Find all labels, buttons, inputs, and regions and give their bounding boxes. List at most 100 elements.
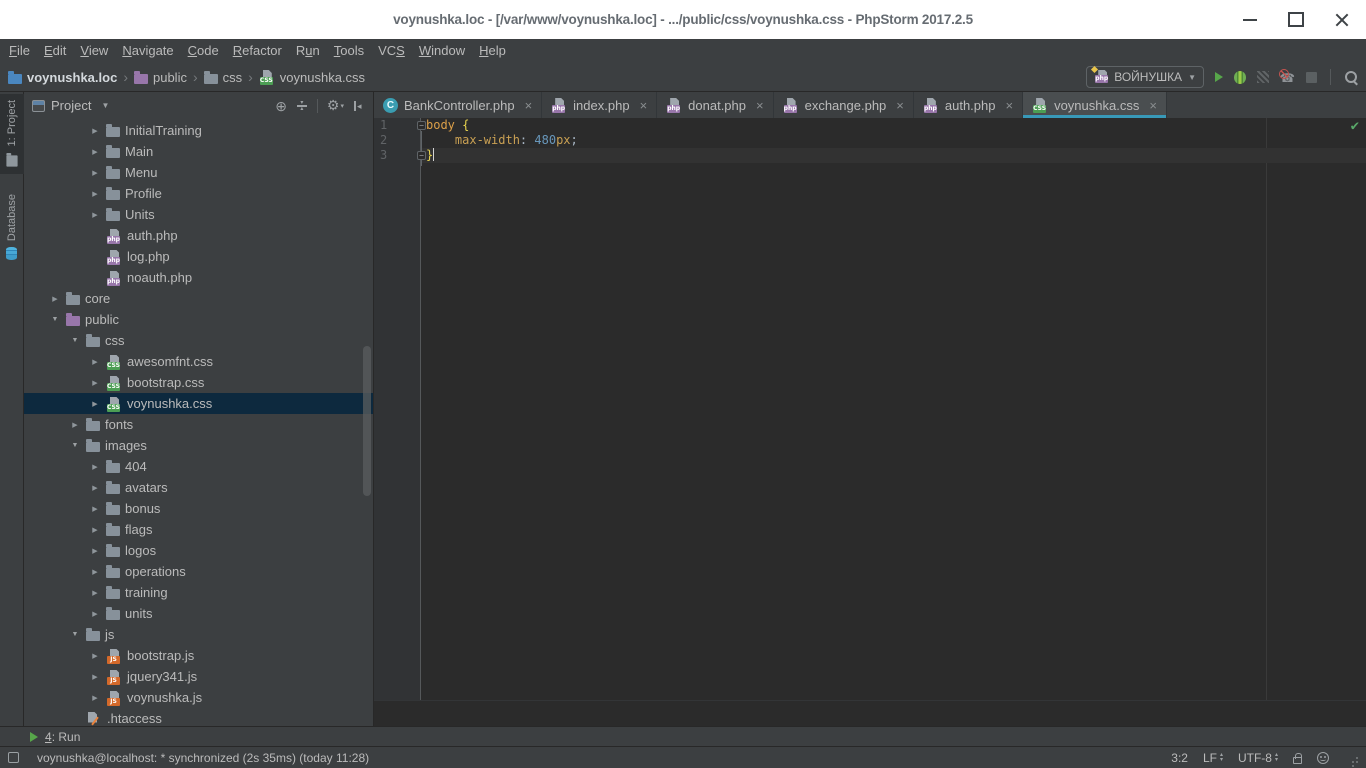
tree-item-voynushka-js[interactable]: ▶voynushka.js xyxy=(24,687,373,708)
caret-position[interactable]: 3:2 xyxy=(1171,751,1188,765)
menu-navigate[interactable]: Navigate xyxy=(115,39,180,63)
tree-item-main[interactable]: ▶Main xyxy=(24,141,373,162)
maximize-button[interactable] xyxy=(1282,6,1310,34)
tree-item-bonus[interactable]: ▶bonus xyxy=(24,498,373,519)
expand-arrow-icon[interactable]: ▶ xyxy=(88,568,102,576)
editor-tab-voynushka-css[interactable]: voynushka.css× xyxy=(1023,92,1167,118)
tree-item-logos[interactable]: ▶logos xyxy=(24,540,373,561)
tab-close-icon[interactable]: × xyxy=(1149,98,1157,113)
breadcrumb-item-voynushka-loc[interactable]: voynushka.loc xyxy=(8,70,117,85)
tool-window-tab-database[interactable]: Database xyxy=(0,188,24,265)
tree-item-voynushka-css[interactable]: ▶voynushka.css xyxy=(24,393,373,414)
editor-tab-index-php[interactable]: index.php× xyxy=(542,92,657,118)
run-icon[interactable] xyxy=(1215,72,1223,82)
menu-run[interactable]: Run xyxy=(289,39,327,63)
tree-item-flags[interactable]: ▶flags xyxy=(24,519,373,540)
coverage-icon[interactable] xyxy=(1257,71,1269,83)
menu-edit[interactable]: Edit xyxy=(37,39,73,63)
expand-arrow-icon[interactable]: ▶ xyxy=(88,505,102,513)
tree-item-avatars[interactable]: ▶avatars xyxy=(24,477,373,498)
tree-item-menu[interactable]: ▶Menu xyxy=(24,162,373,183)
menu-view[interactable]: View xyxy=(73,39,115,63)
code-line-2[interactable]: max-width: 480px; xyxy=(421,133,1366,148)
tree-item-auth-php[interactable]: auth.php xyxy=(24,225,373,246)
tree-scrollbar[interactable] xyxy=(363,346,371,496)
minimize-button[interactable] xyxy=(1236,6,1264,34)
tab-close-icon[interactable]: × xyxy=(640,98,648,113)
line-number[interactable]: 2 xyxy=(374,133,420,148)
breadcrumb-item-voynushka-css[interactable]: voynushka.css xyxy=(259,69,365,85)
tree-item-initialtraining[interactable]: ▶InitialTraining xyxy=(24,120,373,141)
expand-arrow-icon[interactable]: ▶ xyxy=(88,379,102,387)
breadcrumb-item-css[interactable]: css xyxy=(204,70,243,85)
expand-arrow-icon[interactable]: ▶ xyxy=(88,526,102,534)
locate-file-icon[interactable]: ⊕ xyxy=(275,99,287,113)
hide-panel-icon[interactable] xyxy=(353,100,365,112)
expand-arrow-icon[interactable]: ▶ xyxy=(48,295,62,303)
line-number[interactable]: 3− xyxy=(374,148,420,163)
tool-window-toggle-icon[interactable] xyxy=(8,752,19,763)
tree-item-bootstrap-js[interactable]: ▶bootstrap.js xyxy=(24,645,373,666)
tab-close-icon[interactable]: × xyxy=(896,98,904,113)
expand-arrow-icon[interactable]: ▼ xyxy=(68,631,82,638)
expand-arrow-icon[interactable]: ▼ xyxy=(68,442,82,449)
encoding-widget[interactable]: UTF-8 xyxy=(1238,751,1278,765)
tree-item-htaccess[interactable]: .htaccess xyxy=(24,708,373,726)
tree-item-404[interactable]: ▶404 xyxy=(24,456,373,477)
run-configuration-select[interactable]: ВОЙНУШКА ▼ xyxy=(1086,66,1204,88)
tab-close-icon[interactable]: × xyxy=(756,98,764,113)
expand-arrow-icon[interactable]: ▶ xyxy=(88,610,102,618)
menu-help[interactable]: Help xyxy=(472,39,513,63)
tree-item-log-php[interactable]: log.php xyxy=(24,246,373,267)
project-panel-title[interactable]: Project xyxy=(51,98,91,113)
expand-arrow-icon[interactable]: ▶ xyxy=(88,400,102,408)
code-line-3[interactable]: } xyxy=(421,148,1366,163)
run-tool-window-button[interactable]: 4: Run xyxy=(45,730,80,744)
tree-item-awesomfnt-css[interactable]: ▶awesomfnt.css xyxy=(24,351,373,372)
tree-item-noauth-php[interactable]: noauth.php xyxy=(24,267,373,288)
expand-arrow-icon[interactable]: ▶ xyxy=(88,148,102,156)
expand-arrow-icon[interactable]: ▶ xyxy=(88,463,102,471)
tool-window-tab-project[interactable]: 1: Project xyxy=(0,94,24,174)
fold-marker-icon[interactable]: − xyxy=(417,151,426,160)
tree-item-profile[interactable]: ▶Profile xyxy=(24,183,373,204)
menu-file[interactable]: File xyxy=(2,39,37,63)
expand-arrow-icon[interactable]: ▶ xyxy=(88,169,102,177)
menu-refactor[interactable]: Refactor xyxy=(226,39,289,63)
lock-icon[interactable] xyxy=(1293,757,1302,764)
line-separator-widget[interactable]: LF xyxy=(1203,751,1223,765)
inspection-profile-icon[interactable] xyxy=(1317,752,1329,764)
expand-arrow-icon[interactable]: ▶ xyxy=(88,694,102,702)
expand-arrow-icon[interactable]: ▼ xyxy=(68,337,82,344)
tree-item-fonts[interactable]: ▶fonts xyxy=(24,414,373,435)
expand-arrow-icon[interactable]: ▶ xyxy=(88,484,102,492)
tree-item-css[interactable]: ▼css xyxy=(24,330,373,351)
expand-arrow-icon[interactable]: ▶ xyxy=(88,652,102,660)
tab-close-icon[interactable]: × xyxy=(525,98,533,113)
line-number[interactable]: 1− xyxy=(374,118,420,133)
menu-vcs[interactable]: VCS xyxy=(371,39,412,63)
tree-item-operations[interactable]: ▶operations xyxy=(24,561,373,582)
expand-arrow-icon[interactable]: ▶ xyxy=(88,211,102,219)
expand-arrow-icon[interactable]: ▼ xyxy=(48,316,62,323)
expand-arrow-icon[interactable]: ▶ xyxy=(88,547,102,555)
tree-item-bootstrap-css[interactable]: ▶bootstrap.css xyxy=(24,372,373,393)
tree-item-units[interactable]: ▶Units xyxy=(24,204,373,225)
menu-tools[interactable]: Tools xyxy=(327,39,371,63)
tree-item-js[interactable]: ▼js xyxy=(24,624,373,645)
tree-item-images[interactable]: ▼images xyxy=(24,435,373,456)
debug-icon[interactable] xyxy=(1234,71,1246,84)
editor-code[interactable]: ✔ body { max-width: 480px;} xyxy=(421,118,1366,700)
tree-item-training[interactable]: ▶training xyxy=(24,582,373,603)
breadcrumb-item-public[interactable]: public xyxy=(134,70,187,85)
editor-tab-auth-php[interactable]: auth.php× xyxy=(914,92,1023,118)
editor-tab-exchange-php[interactable]: exchange.php× xyxy=(774,92,914,118)
tree-item-core[interactable]: ▶core xyxy=(24,288,373,309)
menu-window[interactable]: Window xyxy=(412,39,472,63)
code-line-1[interactable]: body { xyxy=(421,118,1366,133)
gear-icon[interactable]: ⚙ xyxy=(327,98,344,114)
expand-arrow-icon[interactable]: ▶ xyxy=(88,589,102,597)
tree-item-public[interactable]: ▼public xyxy=(24,309,373,330)
tab-close-icon[interactable]: × xyxy=(1005,98,1013,113)
fold-marker-icon[interactable]: − xyxy=(417,121,426,130)
